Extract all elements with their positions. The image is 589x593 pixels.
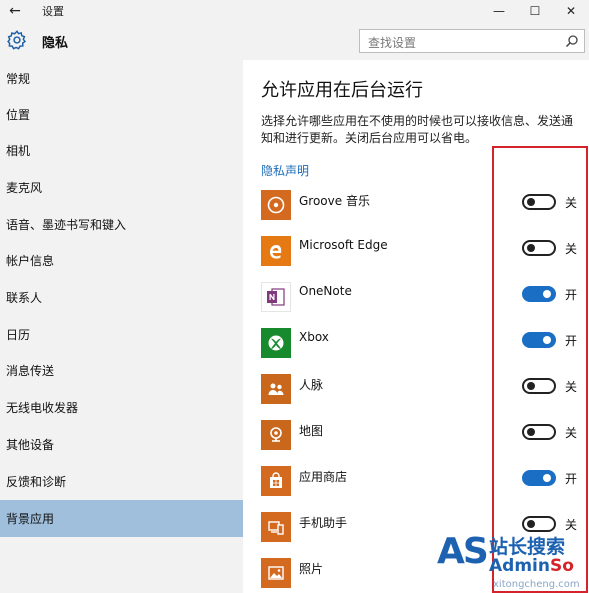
app-row-xbox: Xbox 开 (261, 328, 581, 362)
background-toggle-people[interactable] (522, 378, 556, 394)
maps-icon (261, 420, 291, 450)
sidebar-item-messaging[interactable]: 消息传送 (0, 352, 243, 389)
page-description: 选择允许哪些应用在不使用的时候也可以接收信息、发送通知和进行更新。关闭后台应用可… (261, 114, 574, 145)
app-name: Xbox (299, 330, 329, 344)
close-button[interactable]: ✕ (553, 0, 589, 22)
toggle-state: 开 (565, 334, 578, 348)
sidebar: 常规 位置 相机 麦克风 语音、墨迹书写和键入 帐户信息 联系人 日历 消息传送… (0, 60, 243, 593)
app-row-groove: Groove 音乐 关 (261, 190, 581, 224)
app-row-edge: Microsoft Edge 关 (261, 236, 581, 270)
app-row-store: 应用商店 开 (261, 466, 581, 500)
sidebar-item-other-devices[interactable]: 其他设备 (0, 426, 243, 463)
app-name: 地图 (299, 424, 324, 438)
background-toggle-maps[interactable] (522, 424, 556, 440)
header: 隐私 查找设置 (0, 22, 589, 60)
sidebar-item-camera[interactable]: 相机 (0, 132, 243, 169)
search-box[interactable]: 查找设置 (359, 29, 585, 53)
watermark-mark: AS (437, 531, 489, 572)
watermark-en: AdminSo (489, 556, 574, 576)
background-toggle-onenote[interactable] (522, 286, 556, 302)
app-name: Microsoft Edge (299, 238, 388, 252)
app-name: 手机助手 (299, 516, 348, 530)
toggle-state: 关 (565, 242, 578, 256)
app-name: Groove 音乐 (299, 194, 370, 208)
gear-icon (7, 30, 27, 50)
sidebar-item-account-info[interactable]: 帐户信息 (0, 242, 243, 279)
sidebar-item-microphone[interactable]: 麦克风 (0, 169, 243, 206)
photos-icon (261, 558, 291, 588)
toggle-state: 关 (565, 196, 578, 210)
back-arrow-icon: ← (9, 3, 21, 19)
back-button[interactable]: ← (0, 0, 30, 22)
main-content: 允许应用在后台运行 选择允许哪些应用在不使用的时候也可以接收信息、发送通知和进行… (243, 60, 589, 593)
people-icon (261, 374, 291, 404)
toggle-state: 关 (565, 380, 578, 394)
sidebar-item-calendar[interactable]: 日历 (0, 316, 243, 353)
background-toggle-groove[interactable] (522, 194, 556, 210)
background-toggle-edge[interactable] (522, 240, 556, 256)
sidebar-item-speech-inking[interactable]: 语音、墨迹书写和键入 (0, 206, 243, 243)
edge-icon (261, 236, 291, 266)
minimize-button[interactable]: — (481, 0, 517, 22)
app-name: OneNote (299, 284, 352, 298)
app-row-maps: 地图 关 (261, 420, 581, 454)
app-row-onenote: OneNote 开 (261, 282, 581, 316)
sidebar-item-contacts[interactable]: 联系人 (0, 279, 243, 316)
xbox-icon (261, 328, 291, 358)
toggle-state: 开 (565, 472, 578, 486)
privacy-statement-link[interactable]: 隐私声明 (261, 162, 309, 179)
watermark-logo: AS 站长搜索 AdminSo xitongcheng.com (437, 529, 589, 593)
sidebar-item-feedback[interactable]: 反馈和诊断 (0, 463, 243, 500)
watermark-cn: 站长搜索 (489, 536, 566, 558)
section-title: 隐私 (42, 36, 69, 51)
phone-companion-icon (261, 512, 291, 542)
window-title: 设置 (42, 5, 64, 18)
window-controls: — ☐ ✕ (481, 0, 589, 22)
maximize-icon: ☐ (529, 4, 541, 18)
background-toggle-xbox[interactable] (522, 332, 556, 348)
store-icon (261, 466, 291, 496)
sidebar-item-general[interactable]: 常规 (0, 60, 243, 97)
groove-music-icon (261, 190, 291, 220)
watermark-url: xitongcheng.com (493, 579, 580, 590)
search-input[interactable]: 查找设置 (368, 34, 416, 51)
page-title: 允许应用在后台运行 (261, 80, 423, 101)
app-row-people: 人脉 关 (261, 374, 581, 408)
app-name: 应用商店 (299, 470, 348, 484)
onenote-icon (261, 282, 291, 312)
toggle-state: 开 (565, 288, 578, 302)
sidebar-item-background-apps[interactable]: 背景应用 (0, 500, 243, 537)
sidebar-item-location[interactable]: 位置 (0, 96, 243, 133)
maximize-button[interactable]: ☐ (517, 0, 553, 22)
close-icon: ✕ (565, 4, 577, 18)
minimize-icon: — (493, 4, 505, 18)
app-name: 照片 (299, 562, 324, 576)
sidebar-item-radios[interactable]: 无线电收发器 (0, 389, 243, 426)
title-bar: ← 设置 — ☐ ✕ (0, 0, 589, 22)
toggle-state: 关 (565, 426, 578, 440)
app-name: 人脉 (299, 378, 324, 392)
search-icon[interactable] (565, 34, 579, 48)
background-toggle-store[interactable] (522, 470, 556, 486)
